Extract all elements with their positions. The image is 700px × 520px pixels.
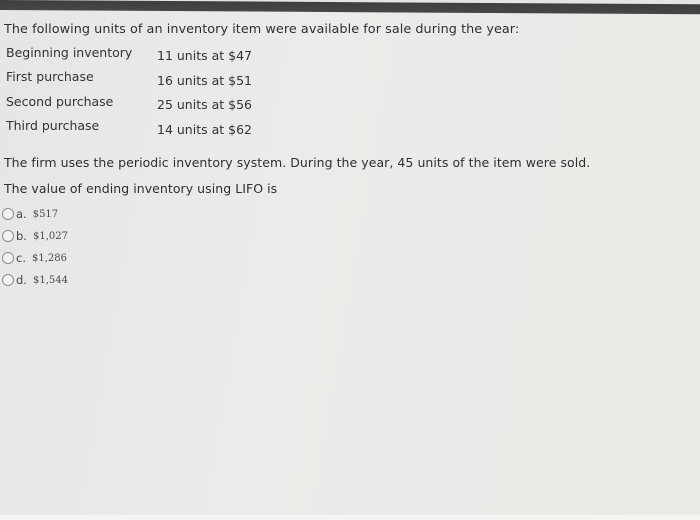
option-d[interactable]: d. $1,544 — [2, 273, 68, 287]
inventory-row-label: Third purchase — [6, 118, 100, 133]
page-bottom-edge — [0, 515, 700, 520]
question-intro: The following units of an inventory item… — [4, 22, 520, 37]
option-c[interactable]: c. $1,286 — [2, 251, 67, 265]
option-letter: c. — [16, 251, 26, 265]
option-b[interactable]: b. $1,027 — [2, 229, 68, 243]
inventory-row-value: 25 units at $56 — [157, 97, 252, 112]
question-prompt: The value of ending inventory using LIFO… — [4, 181, 278, 196]
option-a[interactable]: a. $517 — [2, 207, 58, 221]
inventory-row-value: 11 units at $47 — [157, 48, 252, 63]
radio-button[interactable] — [2, 230, 14, 242]
option-value: $1,286 — [31, 252, 67, 264]
option-value: $1,027 — [32, 230, 68, 242]
option-letter: b. — [16, 229, 27, 243]
inventory-row-label: Second purchase — [6, 94, 114, 109]
option-letter: d. — [16, 273, 27, 287]
inventory-row-value: 14 units at $62 — [157, 122, 252, 137]
radio-button[interactable] — [2, 274, 14, 286]
inventory-row-label: First purchase — [6, 69, 94, 84]
radio-button[interactable] — [2, 252, 14, 264]
question-page — [0, 10, 700, 520]
inventory-row-value: 16 units at $51 — [157, 73, 252, 88]
option-value: $517 — [32, 208, 59, 220]
option-value: $1,544 — [32, 274, 68, 286]
inventory-row-label: Beginning inventory — [6, 45, 133, 60]
radio-button[interactable] — [2, 208, 14, 220]
option-letter: a. — [16, 207, 27, 221]
question-description: The firm uses the periodic inventory sys… — [4, 155, 591, 170]
